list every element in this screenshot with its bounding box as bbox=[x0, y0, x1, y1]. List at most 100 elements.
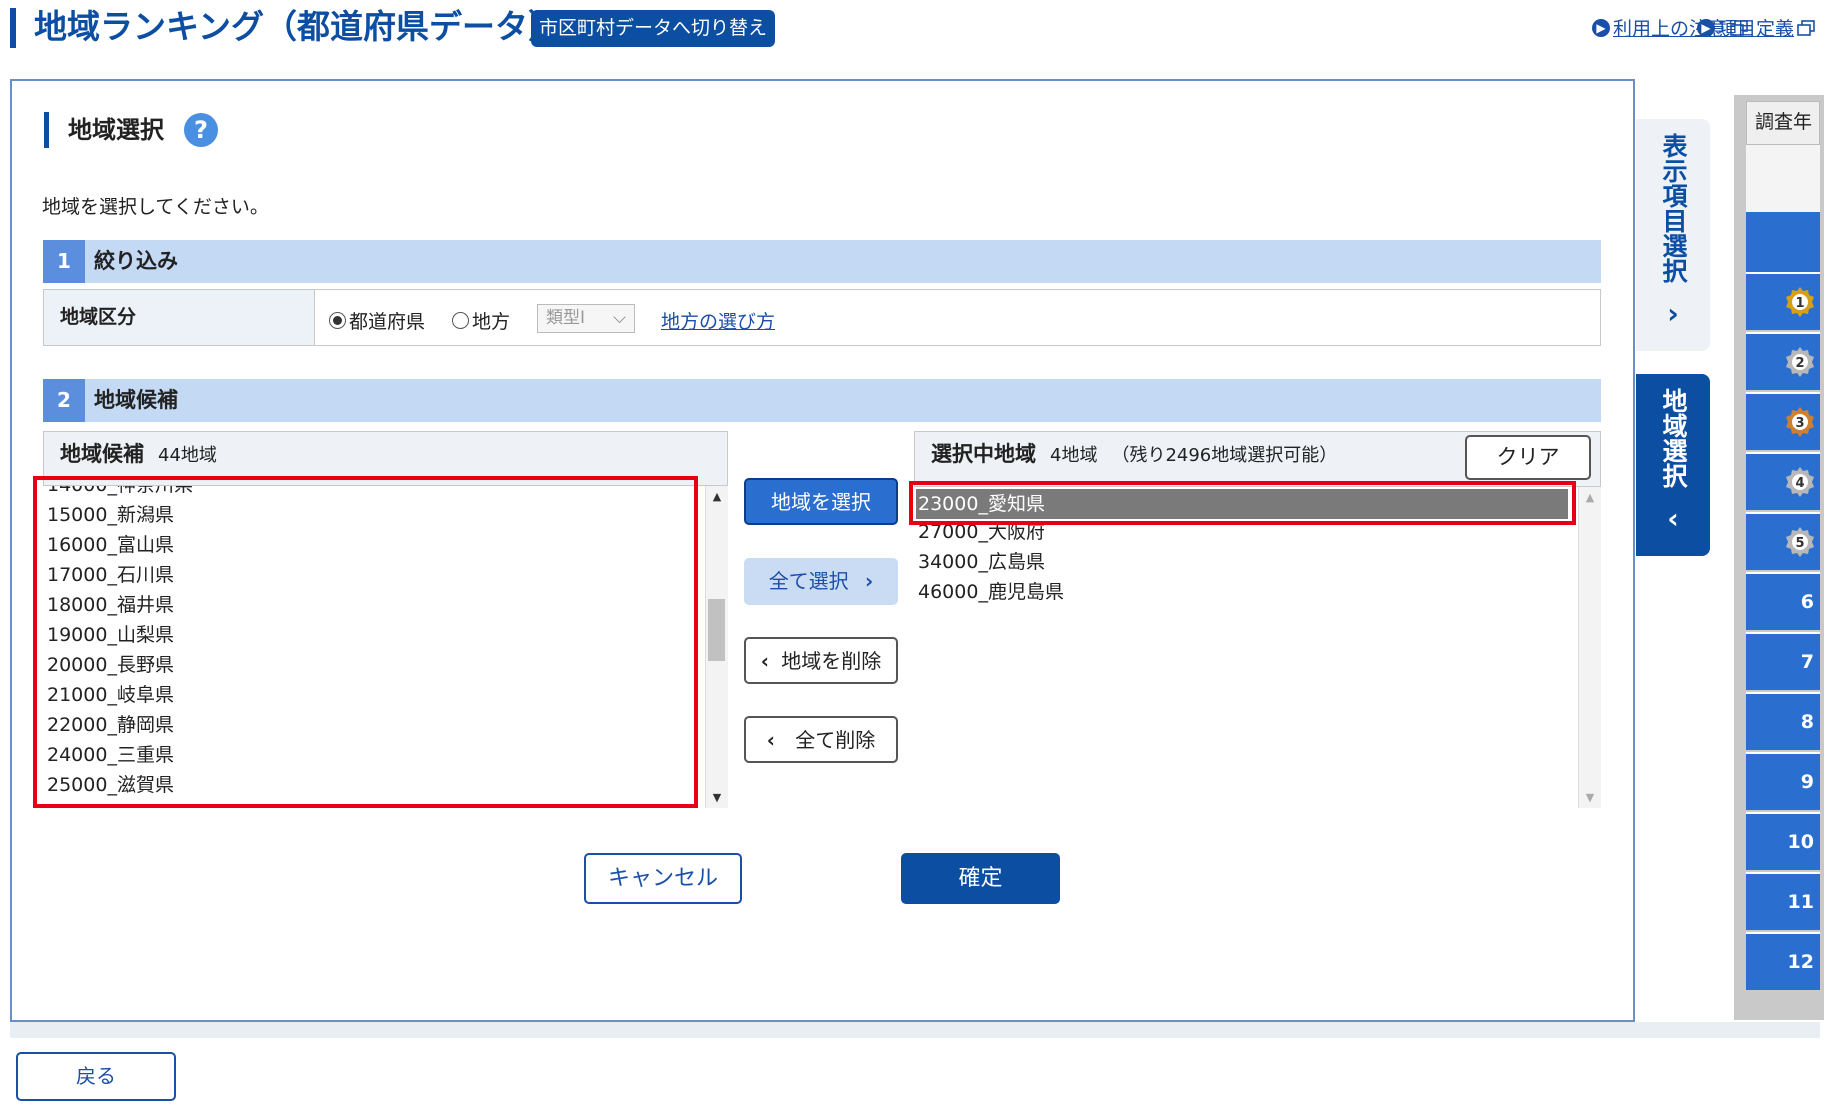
rank-cell: 2 bbox=[1746, 332, 1820, 390]
rank-medal-icon: 1 bbox=[1786, 287, 1814, 317]
switch-to-municipal-button[interactable]: 市区町村データへ切り替え bbox=[531, 10, 775, 47]
scroll-down-icon[interactable]: ▼ bbox=[706, 791, 728, 804]
select-region-label: 地域を選択 bbox=[771, 490, 871, 514]
step-label: 絞り込み bbox=[94, 249, 178, 273]
rank-cell: 3 bbox=[1746, 392, 1820, 450]
select-all-label: 全て選択 bbox=[768, 569, 849, 593]
tab-region-select-label: 地域選択 bbox=[1659, 388, 1688, 488]
scroll-up-icon[interactable]: ▲ bbox=[706, 490, 728, 503]
help-icon[interactable]: ? bbox=[184, 113, 218, 147]
selected-panel-header: 選択中地域 4地域 （残り2496地域選択可能） bbox=[931, 432, 1337, 478]
cancel-button[interactable]: キャンセル bbox=[584, 853, 742, 904]
rank-cell: 11 bbox=[1746, 872, 1820, 930]
item-definitions-link[interactable]: ▶ 項目定義 bbox=[1697, 14, 1815, 41]
candidate-scrollbar[interactable]: ▲ ▼ bbox=[705, 486, 728, 808]
tab-region-select[interactable]: 地域選択 ‹ bbox=[1636, 374, 1710, 556]
region-type-select[interactable]: 類型Ⅰ ⌵ bbox=[537, 304, 635, 333]
radio-checked-icon bbox=[329, 312, 346, 329]
delete-all-button[interactable]: ‹ 全て削除 bbox=[744, 716, 898, 763]
item-definitions-label: 項目定義 bbox=[1718, 18, 1795, 40]
rank-number: 11 bbox=[1787, 891, 1814, 913]
select-region-button[interactable]: 地域を選択 bbox=[744, 478, 898, 525]
section-accent-bar bbox=[44, 112, 49, 148]
rank-cell: 7 bbox=[1746, 632, 1820, 690]
chevron-down-icon: ⌵ bbox=[613, 308, 626, 328]
svg-text:4: 4 bbox=[1795, 476, 1804, 491]
ranking-header-blue bbox=[1746, 212, 1820, 272]
rank-cell: 8 bbox=[1746, 692, 1820, 750]
page-title: 地域ランキング（都道府県データ） bbox=[34, 7, 562, 46]
rank-cell: 9 bbox=[1746, 752, 1820, 810]
filter-label-cell: 地域区分 bbox=[44, 290, 315, 345]
select-all-button[interactable]: 全て選択 › bbox=[744, 558, 898, 605]
circle-arrow-icon: ▶ bbox=[1697, 18, 1715, 37]
delete-region-label: 地域を削除 bbox=[781, 649, 882, 673]
instruction-text: 地域を選択してください。 bbox=[42, 196, 269, 218]
svg-text:3: 3 bbox=[1795, 416, 1804, 431]
chevron-right-icon: › bbox=[865, 569, 874, 593]
selected-listbox[interactable]: 23000_愛知県 27000_大阪府 34000_広島県 46000_鹿児島県… bbox=[914, 486, 1601, 808]
candidate-count: 44地域 bbox=[158, 445, 217, 466]
selected-remaining: （残り2496地域選択可能） bbox=[1111, 445, 1338, 466]
rank-number: 7 bbox=[1800, 651, 1814, 673]
rank-cell: 5 bbox=[1746, 512, 1820, 570]
scroll-up-icon[interactable]: ▲ bbox=[1579, 491, 1601, 504]
clear-button[interactable]: クリア bbox=[1465, 435, 1591, 480]
rank-medal-icon: 3 bbox=[1786, 407, 1814, 437]
svg-text:5: 5 bbox=[1795, 536, 1804, 551]
rank-medal-icon: 4 bbox=[1786, 467, 1814, 497]
rank-number: 10 bbox=[1787, 831, 1814, 853]
rank-cell: 4 bbox=[1746, 452, 1820, 510]
chevron-left-icon: ‹ bbox=[1667, 502, 1679, 535]
rank-number: 9 bbox=[1800, 771, 1814, 793]
svg-text:1: 1 bbox=[1795, 296, 1804, 311]
candidate-panel-header: 地域候補 44地域 bbox=[60, 432, 217, 478]
external-window-icon bbox=[1797, 19, 1815, 36]
confirm-button[interactable]: 確定 bbox=[901, 853, 1060, 904]
footer-strip bbox=[10, 1022, 1820, 1038]
rank-medal-icon: 2 bbox=[1786, 347, 1814, 377]
rank-cell: 1 bbox=[1746, 272, 1820, 330]
rank-cell: 10 bbox=[1746, 812, 1820, 870]
chevron-left-icon: ‹ bbox=[766, 728, 775, 752]
radio-region[interactable]: 地方 bbox=[452, 307, 510, 334]
candidate-title: 地域候補 bbox=[60, 442, 144, 466]
list-item[interactable]: 34000_広島県 bbox=[918, 547, 1045, 577]
step-number: 2 bbox=[43, 379, 85, 422]
rank-cell: 12 bbox=[1746, 932, 1820, 990]
delete-region-button[interactable]: ‹ 地域を削除 bbox=[744, 637, 898, 684]
step-bar-candidates: 2 地域候補 bbox=[43, 379, 1601, 422]
scroll-down-icon[interactable]: ▼ bbox=[1579, 791, 1601, 804]
filter-label: 地域区分 bbox=[60, 306, 137, 328]
step-number: 1 bbox=[43, 240, 85, 283]
how-to-choose-region-link[interactable]: 地方の選び方 bbox=[661, 307, 775, 334]
section-title: 地域選択 bbox=[68, 116, 164, 144]
delete-all-label: 全て削除 bbox=[795, 728, 876, 752]
tab-display-items[interactable]: 表示項目選択 › bbox=[1636, 119, 1710, 351]
radio-prefecture[interactable]: 都道府県 bbox=[329, 307, 425, 334]
chevron-right-icon: › bbox=[1667, 297, 1679, 330]
rank-number: 12 bbox=[1787, 951, 1814, 973]
scroll-thumb[interactable] bbox=[708, 599, 725, 661]
radio-prefecture-label: 都道府県 bbox=[349, 311, 426, 333]
highlight-box-selected bbox=[909, 481, 1576, 525]
radio-unchecked-icon bbox=[452, 312, 469, 329]
selected-title: 選択中地域 bbox=[931, 442, 1036, 466]
rank-number: 8 bbox=[1800, 711, 1814, 733]
radio-region-label: 地方 bbox=[472, 311, 511, 333]
selected-count: 4地域 bbox=[1050, 445, 1098, 466]
step-bar-filter: 1 絞り込み bbox=[43, 240, 1601, 283]
filter-row: 地域区分 都道府県 地方 類型Ⅰ ⌵ 地方の選び方 bbox=[43, 289, 1601, 346]
region-type-value: 類型Ⅰ bbox=[546, 308, 586, 328]
selected-scrollbar[interactable]: ▲ ▼ bbox=[1578, 487, 1601, 808]
highlight-box-candidates bbox=[33, 476, 698, 808]
rank-cell: 6 bbox=[1746, 572, 1820, 630]
list-item[interactable]: 46000_鹿児島県 bbox=[918, 577, 1064, 607]
rank-number: 6 bbox=[1800, 591, 1814, 613]
circle-arrow-icon: ▶ bbox=[1592, 18, 1610, 37]
svg-text:2: 2 bbox=[1795, 356, 1804, 371]
rank-medal-icon: 5 bbox=[1786, 527, 1814, 557]
title-accent-bar bbox=[10, 8, 16, 48]
ranking-header-blank bbox=[1746, 145, 1820, 212]
back-button[interactable]: 戻る bbox=[16, 1052, 176, 1101]
